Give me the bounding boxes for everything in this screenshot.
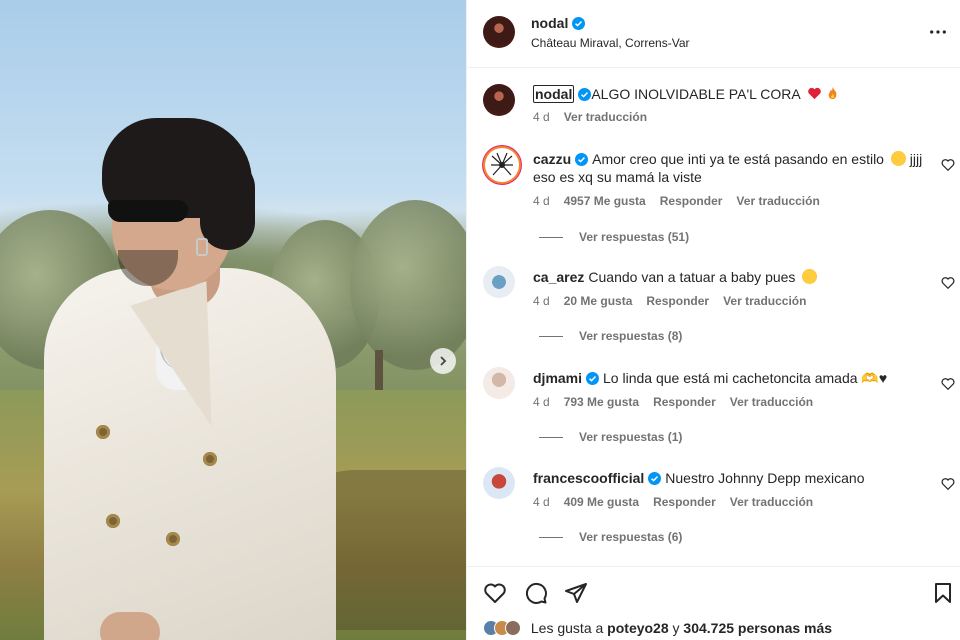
comment-text: Lo linda que está mi cachetoncita amada …	[603, 370, 888, 386]
chevron-right-icon	[440, 356, 447, 366]
like-comment-heart-icon[interactable]	[941, 276, 955, 290]
comment-likes-count[interactable]: 20 Me gusta	[564, 294, 633, 308]
likes-joiner: y	[672, 620, 680, 636]
comment-translate-link[interactable]: Ver traducción	[730, 395, 813, 409]
comment-likes-count[interactable]: 793 Me gusta	[564, 395, 639, 409]
post-location[interactable]: Château Miraval, Correns-Var	[531, 36, 690, 50]
likes-user-link[interactable]: poteyo28	[607, 620, 668, 636]
caption-meta: 4 d Ver traducción	[533, 110, 661, 124]
comment-text-block: cazzu Amor creo que inti ya te está pasan…	[533, 150, 933, 186]
share-paper-plane-icon[interactable]	[564, 581, 588, 605]
comment-item: djmami Lo linda que está mi cachetoncita …	[467, 367, 960, 459]
post-details-panel: nodal Château Miraval, Correns-Var nodal…	[466, 0, 960, 640]
avatar[interactable]	[483, 467, 515, 499]
post-author-username[interactable]: nodal	[531, 15, 568, 31]
verified-badge-icon	[648, 472, 662, 485]
comment-text-block: ca_arez Cuando van a tatuar a baby pues	[533, 268, 933, 286]
comment-username[interactable]: cazzu	[533, 151, 571, 167]
comment-time[interactable]: 4 d	[533, 194, 550, 208]
photo-jacket-button	[166, 532, 180, 546]
likes-others-link[interactable]: 304.725 personas más	[683, 620, 832, 636]
post-header: nodal Château Miraval, Correns-Var	[467, 0, 960, 68]
view-replies-button[interactable]: Ver respuestas (51)	[539, 230, 689, 244]
save-bookmark-icon[interactable]	[931, 581, 955, 605]
comment-reply-button[interactable]: Responder	[653, 495, 716, 509]
laughing-emoji-icon	[802, 269, 818, 284]
avatar[interactable]	[483, 84, 515, 116]
liker-avatar[interactable]	[505, 620, 521, 636]
like-comment-heart-icon[interactable]	[941, 477, 955, 491]
like-heart-icon[interactable]	[483, 581, 507, 605]
caption-translate-link[interactable]: Ver traducción	[564, 110, 647, 124]
photo-hair	[200, 160, 255, 250]
comment-time[interactable]: 4 d	[533, 294, 550, 308]
comment-username[interactable]: ca_arez	[533, 269, 584, 285]
avatar[interactable]	[485, 148, 519, 182]
comment-time[interactable]: 4 d	[533, 395, 550, 409]
comment-meta: 4 d 793 Me gusta Responder Ver traducción	[533, 395, 827, 409]
photo-jacket-button	[96, 425, 110, 439]
comment-meta: 4 d 409 Me gusta Responder Ver traducción	[533, 495, 827, 509]
red-heart-emoji-icon	[808, 87, 821, 100]
post-caption: nodal ALGO INOLVIDABLE PA'L CORA 4 d Ver t…	[467, 80, 960, 130]
photo-earring	[196, 238, 208, 256]
next-photo-button[interactable]	[430, 348, 456, 374]
avatar[interactable]	[483, 16, 515, 48]
comment-reply-button[interactable]: Responder	[653, 395, 716, 409]
view-replies-button[interactable]: Ver respuestas (6)	[539, 530, 682, 544]
comment-item: francescoofficial Nuestro Johnny Depp mex…	[467, 467, 960, 559]
verified-badge-icon	[572, 17, 586, 30]
comment-likes-count[interactable]: 4957 Me gusta	[564, 194, 646, 208]
post-author[interactable]: nodal	[531, 15, 586, 31]
post-photo	[0, 0, 466, 640]
like-comment-heart-icon[interactable]	[941, 377, 955, 391]
comment-text-block: francescoofficial Nuestro Johnny Depp mex…	[533, 469, 933, 487]
more-horizontal-icon	[930, 30, 946, 34]
comment-item: ca_arez Cuando van a tatuar a baby pues 4…	[467, 266, 960, 358]
comment-item: cazzu Amor creo que inti ya te está pasan…	[467, 146, 960, 256]
more-options-button[interactable]	[928, 22, 948, 42]
spider-avatar-icon	[491, 152, 513, 176]
comment-text: Cuando van a tatuar a baby pues	[588, 269, 796, 285]
caption-username[interactable]: nodal	[533, 85, 575, 103]
photo-sunglasses	[108, 200, 188, 222]
avatar[interactable]	[483, 367, 515, 399]
like-comment-heart-icon[interactable]	[941, 158, 955, 172]
comment-text: Amor creo que inti ya te está pasando en…	[592, 151, 884, 167]
comment-reply-button[interactable]: Responder	[660, 194, 723, 208]
view-replies-button[interactable]: Ver respuestas (1)	[539, 430, 682, 444]
view-replies-button[interactable]: Ver respuestas (8)	[539, 329, 682, 343]
photo-tree	[350, 200, 466, 370]
comment-username[interactable]: djmami	[533, 370, 582, 386]
photo-tree-trunk	[375, 350, 383, 390]
verified-badge-icon	[578, 88, 592, 101]
verified-badge-icon	[586, 372, 600, 385]
caption-text: ALGO INOLVIDABLE PA'L CORA	[591, 86, 800, 102]
comment-meta: 4 d 20 Me gusta Responder Ver traducción	[533, 294, 820, 308]
verified-badge-icon	[575, 153, 589, 166]
heart-eyes-emoji-icon	[890, 151, 906, 166]
comment-text: Nuestro Johnny Depp mexicano	[665, 470, 865, 486]
comment-translate-link[interactable]: Ver traducción	[736, 194, 819, 208]
comment-reply-button[interactable]: Responder	[646, 294, 709, 308]
caption-time[interactable]: 4 d	[533, 110, 550, 124]
comment-translate-link[interactable]: Ver traducción	[723, 294, 806, 308]
likes-prefix: Les gusta a	[530, 620, 604, 636]
fire-emoji-icon	[828, 86, 837, 100]
photo-hand	[100, 612, 160, 640]
comment-text-block: djmami Lo linda que está mi cachetoncita …	[533, 369, 933, 387]
comment-meta: 4 d 4957 Me gusta Responder Ver traducción	[533, 194, 834, 208]
photo-jacket-button	[203, 452, 217, 466]
photo-jacket-button	[106, 514, 120, 528]
comment-bubble-icon[interactable]	[524, 581, 548, 605]
comment-time[interactable]: 4 d	[533, 495, 550, 509]
comment-likes-count[interactable]: 409 Me gusta	[564, 495, 639, 509]
comment-translate-link[interactable]: Ver traducción	[730, 495, 813, 509]
comment-username[interactable]: francescoofficial	[533, 470, 644, 486]
likes-summary: Les gusta a poteyo28 y 304.725 personas …	[483, 620, 953, 640]
post-action-bar	[467, 566, 960, 618]
avatar[interactable]	[483, 266, 515, 298]
